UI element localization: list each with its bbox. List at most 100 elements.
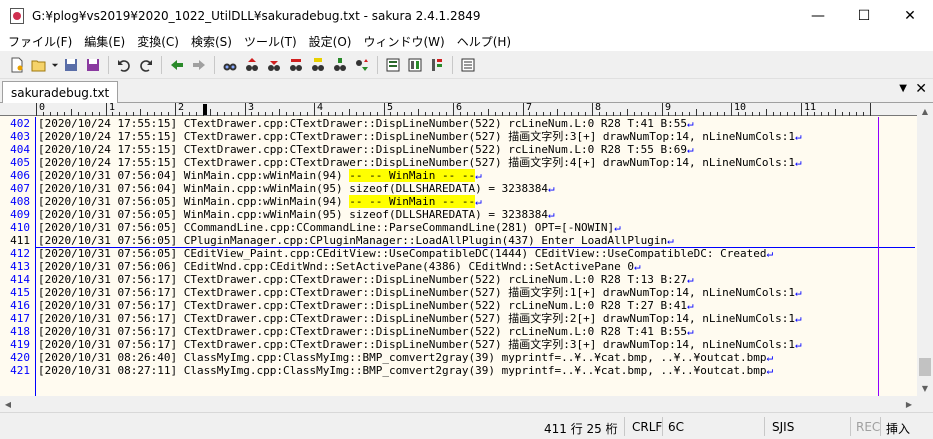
text-line[interactable]: 420 [2020/10/31 08:26:40] ClassMyImg.cpp:… [0, 351, 917, 364]
sakura-app-icon[interactable] [10, 7, 24, 24]
ruler-tick [99, 112, 100, 116]
text-line[interactable]: 409 [2020/10/31 07:56:05] WinMain.cpp:wWi… [0, 208, 917, 221]
text-line[interactable]: 411 [2020/10/31 07:56:05] CPluginManager.… [0, 234, 917, 247]
ruler-tick [57, 112, 58, 116]
line-number: 418 [10, 325, 30, 338]
replace-button[interactable] [285, 54, 307, 76]
ruler-tick [245, 103, 246, 116]
text-line[interactable]: 421 [2020/10/31 08:27:11] ClassMyImg.cpp:… [0, 364, 917, 377]
scroll-down-arrow-icon[interactable]: ▼ [917, 380, 933, 396]
text-line[interactable]: 408 [2020/10/31 07:56:05] WinMain.cpp:wWi… [0, 195, 917, 208]
ruler-tick [641, 112, 642, 116]
menu-edit[interactable]: 編集(E) [78, 33, 131, 50]
menu-settings[interactable]: 設定(O) [303, 33, 358, 50]
horizontal-scroll-thumb[interactable] [17, 398, 872, 410]
compare-button[interactable] [404, 54, 426, 76]
menu-window[interactable]: ウィンドウ(W) [357, 33, 450, 50]
tag-jump-button[interactable] [351, 54, 373, 76]
ruler-tick [474, 112, 475, 116]
scroll-left-arrow-icon[interactable]: ◀ [0, 396, 16, 412]
tab-sakuradebug[interactable]: sakuradebug.txt [2, 81, 119, 103]
ruler-tick [856, 112, 857, 116]
minimize-button[interactable]: — [795, 0, 841, 31]
text-line[interactable]: 410 [2020/10/31 07:56:05] CCommandLine.cp… [0, 221, 917, 234]
tab-close-button[interactable]: ✕ [915, 81, 927, 97]
ruler-tick [175, 103, 176, 116]
jump-forward-button[interactable] [188, 54, 210, 76]
save-button[interactable] [60, 54, 82, 76]
jump-back-button[interactable] [166, 54, 188, 76]
menu-help[interactable]: ヘルプ(H) [451, 33, 517, 50]
outline-button[interactable] [426, 54, 448, 76]
text-line[interactable]: 402 [2020/10/24 17:55:15] CTextDrawer.cpp… [0, 117, 917, 130]
ruler-tick [328, 112, 329, 116]
eol-mark-icon: ↵ [795, 130, 802, 143]
text-line[interactable]: 418 [2020/10/31 07:56:17] CTextDrawer.cpp… [0, 325, 917, 338]
ruler-tick [112, 112, 113, 116]
text-line[interactable]: 413 [2020/10/31 07:56:06] CEditWnd.cpp:CE… [0, 260, 917, 273]
menu-tools[interactable]: ツール(T) [238, 33, 303, 50]
undo-button[interactable] [113, 54, 135, 76]
ruler-tick [321, 112, 322, 116]
ruler-tick [814, 112, 815, 116]
search-next-button[interactable] [263, 54, 285, 76]
line-text: [2020/10/31 07:56:05] WinMain.cpp:wWinMa… [38, 195, 482, 208]
output-window-button[interactable] [382, 54, 404, 76]
text-line[interactable]: 404 [2020/10/24 17:55:15] CTextDrawer.cpp… [0, 143, 917, 156]
highlighted-text: -- -- WinMain -- -- [349, 195, 476, 208]
line-text: [2020/10/31 07:56:05] CPluginManager.cpp… [38, 234, 674, 247]
text-line[interactable]: 406 [2020/10/31 07:56:04] WinMain.cpp:wWi… [0, 169, 917, 182]
ruler-tick [363, 112, 364, 116]
text-area[interactable]: 402 [2020/10/24 17:55:15] CTextDrawer.cpp… [0, 117, 917, 377]
open-dropdown-button[interactable] [50, 54, 60, 76]
menu-search[interactable]: 検索(S) [185, 33, 238, 50]
vertical-scroll-thumb[interactable] [919, 358, 931, 376]
settings-common-button[interactable] [457, 54, 479, 76]
eol-mark-icon: ↵ [687, 143, 694, 156]
ruler[interactable]: 0 1 2 3 4 5 6 7 8 9 10 11 [0, 103, 917, 116]
text-line[interactable]: 419 [2020/10/31 07:56:17] CTextDrawer.cpp… [0, 338, 917, 351]
line-text: [2020/10/24 17:55:15] CTextDrawer.cpp:CT… [38, 117, 694, 130]
horizontal-scrollbar[interactable]: ◀ ▶ [0, 396, 917, 412]
maximize-button[interactable]: ☐ [841, 0, 887, 31]
open-file-button[interactable] [28, 54, 50, 76]
new-file-icon [11, 57, 23, 72]
ruler-tick [543, 112, 544, 116]
tag-jump-icon [356, 58, 368, 71]
status-eol[interactable]: CRLF [632, 420, 662, 434]
text-line[interactable]: 416 [2020/10/31 07:56:17] CTextDrawer.cpp… [0, 299, 917, 312]
tab-list-dropdown[interactable]: ▼ [899, 83, 907, 94]
eol-mark-icon: ↵ [766, 247, 774, 260]
line-number: 421 [10, 364, 30, 377]
text-line[interactable]: 417 [2020/10/31 07:56:17] CTextDrawer.cpp… [0, 312, 917, 325]
ruler-tick [50, 112, 51, 116]
save-all-button[interactable] [82, 54, 104, 76]
ruler-tick [794, 112, 795, 116]
mark-search-button[interactable] [307, 54, 329, 76]
redo-button[interactable] [135, 54, 157, 76]
menu-convert[interactable]: 変換(C) [131, 33, 185, 50]
save-all-icon [87, 58, 99, 71]
scroll-right-arrow-icon[interactable]: ▶ [901, 396, 917, 412]
ruler-tick [655, 112, 656, 116]
text-line[interactable]: 407 [2020/10/31 07:56:04] WinMain.cpp:wWi… [0, 182, 917, 195]
text-line[interactable]: 412 [2020/10/31 07:56:05] CEditView_Paint… [0, 247, 917, 260]
status-encoding[interactable]: SJIS [772, 420, 794, 434]
scroll-up-arrow-icon[interactable]: ▲ [917, 103, 933, 119]
text-line[interactable]: 403 [2020/10/24 17:55:15] CTextDrawer.cpp… [0, 130, 917, 143]
status-position[interactable]: 411 行 25 桁 [544, 420, 618, 437]
grep-button[interactable] [329, 54, 351, 76]
vertical-scrollbar[interactable]: ▲ ▼ [917, 103, 933, 396]
search-button[interactable] [219, 54, 241, 76]
text-line[interactable]: 415 [2020/10/31 07:56:17] CTextDrawer.cpp… [0, 286, 917, 299]
status-insert-mode[interactable]: 挿入 [886, 420, 910, 437]
text-line[interactable]: 405 [2020/10/24 17:55:15] CTextDrawer.cpp… [0, 156, 917, 169]
ruler-tick [161, 112, 162, 116]
ruler-tick [196, 112, 197, 116]
text-line[interactable]: 414 [2020/10/31 07:56:17] CTextDrawer.cpp… [0, 273, 917, 286]
close-button[interactable]: ✕ [887, 0, 933, 31]
new-file-button[interactable] [6, 54, 28, 76]
editor-pane[interactable]: 0 1 2 3 4 5 6 7 8 9 10 11 402 [2020/10/24 17:55:15] … [0, 103, 917, 396]
search-prev-button[interactable] [241, 54, 263, 76]
menu-file[interactable]: ファイル(F) [2, 33, 78, 50]
